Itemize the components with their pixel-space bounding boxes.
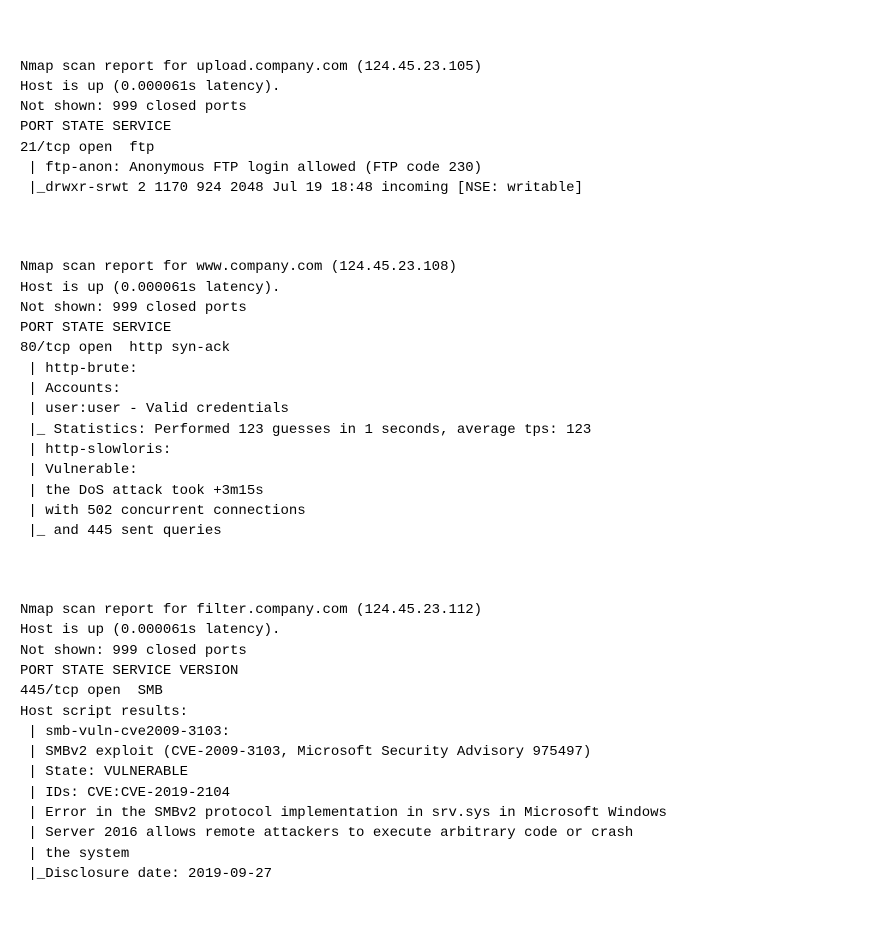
terminal-output: Nmap scan report for upload.company.com … [20, 16, 876, 922]
scan-section-www: Nmap scan report for www.company.com (12… [20, 257, 876, 541]
scan-section-upload: Nmap scan report for upload.company.com … [20, 57, 876, 199]
scan-section-filter: Nmap scan report for filter.company.com … [20, 600, 876, 884]
